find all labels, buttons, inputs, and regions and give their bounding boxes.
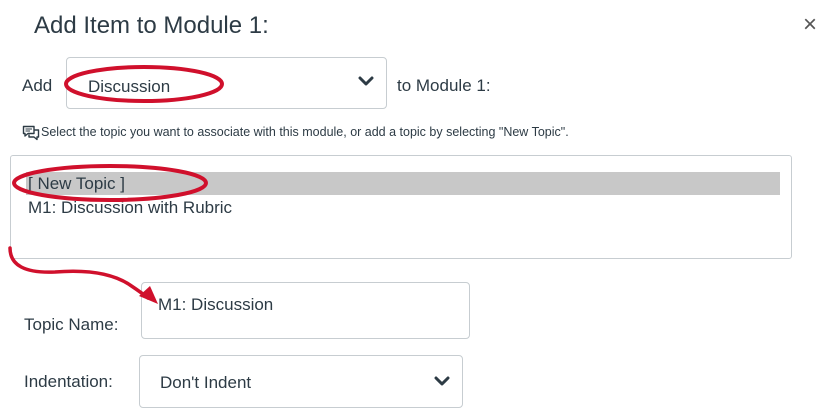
dialog-title: Add Item to Module 1:	[34, 12, 269, 39]
close-icon[interactable]: ×	[803, 13, 817, 37]
item-type-select[interactable]: Discussion	[66, 57, 387, 109]
to-module-label: to Module 1:	[397, 76, 491, 95]
item-type-select-value: Discussion	[88, 77, 171, 96]
indentation-label: Indentation:	[24, 372, 113, 391]
topic-listbox[interactable]: [ New Topic ] M1: Discussion with Rubric	[10, 155, 792, 259]
indentation-select-value: Don't Indent	[160, 373, 252, 392]
topic-option-label: M1: Discussion with Rubric	[28, 198, 233, 217]
topic-hint-text: Select the topic you want to associate w…	[41, 125, 569, 139]
chevron-down-icon	[434, 376, 450, 386]
add-label: Add	[22, 76, 53, 95]
topic-option-label: [ New Topic ]	[28, 174, 126, 193]
chevron-down-icon	[358, 76, 374, 86]
topic-name-label: Topic Name:	[24, 315, 119, 334]
indentation-select[interactable]: Don't Indent	[139, 355, 463, 408]
topic-name-input[interactable]	[141, 282, 470, 339]
discussion-icon	[22, 125, 40, 141]
topic-option-existing[interactable]: M1: Discussion with Rubric	[26, 196, 780, 219]
topic-option-new[interactable]: [ New Topic ]	[26, 172, 780, 195]
